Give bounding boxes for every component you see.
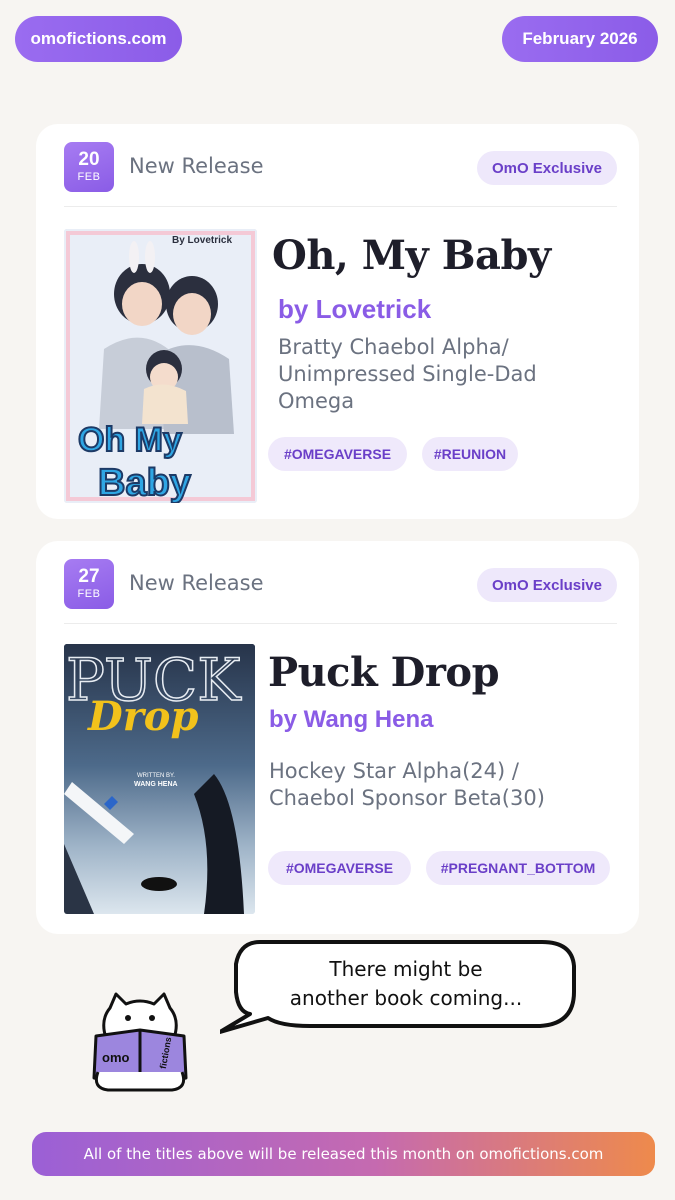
mascot-book-left: omo [102, 1050, 130, 1065]
date-day: 20 [78, 149, 100, 170]
divider [64, 206, 617, 207]
speech-line-2: another book coming... [289, 986, 523, 1010]
cover-illustration: PUCK Drop WRITTEN BY. WANG HENA [64, 644, 255, 914]
tag-omegaverse[interactable]: #OMEGAVERSE [268, 851, 411, 885]
tag-pregnant-bottom[interactable]: #PREGNANT_BOTTOM [426, 851, 610, 885]
release-card[interactable]: 20 FEB New Release OmO Exclusive By Love… [36, 124, 639, 519]
site-link-button[interactable]: omofictions.com [15, 16, 182, 62]
date-badge: 27 FEB [64, 559, 114, 609]
exclusive-badge: OmO Exclusive [476, 151, 617, 185]
book-cover-image[interactable]: PUCK Drop WRITTEN BY. WANG HENA [64, 644, 255, 914]
cover-title-line2: Baby [98, 462, 191, 503]
cover-credit: WRITTEN BY. [137, 773, 175, 779]
cover-illustration: By Lovetrick Oh My Baby [64, 229, 257, 503]
book-title[interactable]: Oh, My Baby [272, 232, 551, 279]
month-badge: February 2026 [502, 16, 658, 62]
date-month: FEB [77, 171, 101, 183]
speech-line-1: There might be [329, 957, 483, 981]
date-badge: 20 FEB [64, 142, 114, 192]
book-title[interactable]: Puck Drop [268, 649, 500, 696]
book-description: Hockey Star Alpha(24) / Chaebol Sponsor … [269, 759, 545, 810]
release-label: New Release [129, 154, 264, 178]
mascot-reading-icon: omo fictions [92, 992, 188, 1092]
release-card[interactable]: 27 FEB New Release OmO Exclusive PUCK Dr… [36, 541, 639, 934]
tag-reunion[interactable]: #REUNION [422, 437, 518, 471]
book-author[interactable]: by Lovetrick [278, 294, 431, 325]
cover-title-line1: Oh My [78, 421, 182, 459]
cover-credit-name: WANG HENA [134, 781, 178, 788]
footer-text: All of the titles above will be released… [83, 1145, 604, 1163]
release-label: New Release [129, 571, 264, 595]
book-author[interactable]: by Wang Hena [269, 706, 433, 734]
date-day: 27 [78, 566, 100, 587]
book-description: Bratty Chaebol Alpha/ Unimpressed Single… [278, 335, 537, 413]
cover-brand: By Lovetrick [172, 235, 232, 246]
date-month: FEB [77, 588, 101, 600]
footer-banner: All of the titles above will be released… [32, 1132, 655, 1176]
cover-title-line2: Drop [87, 693, 198, 740]
tag-omegaverse[interactable]: #OMEGAVERSE [268, 437, 407, 471]
exclusive-badge: OmO Exclusive [476, 568, 617, 602]
speech-text: There might be another book coming... [236, 955, 576, 1013]
book-cover-image[interactable]: By Lovetrick Oh My Baby [64, 229, 257, 503]
divider [64, 623, 617, 624]
